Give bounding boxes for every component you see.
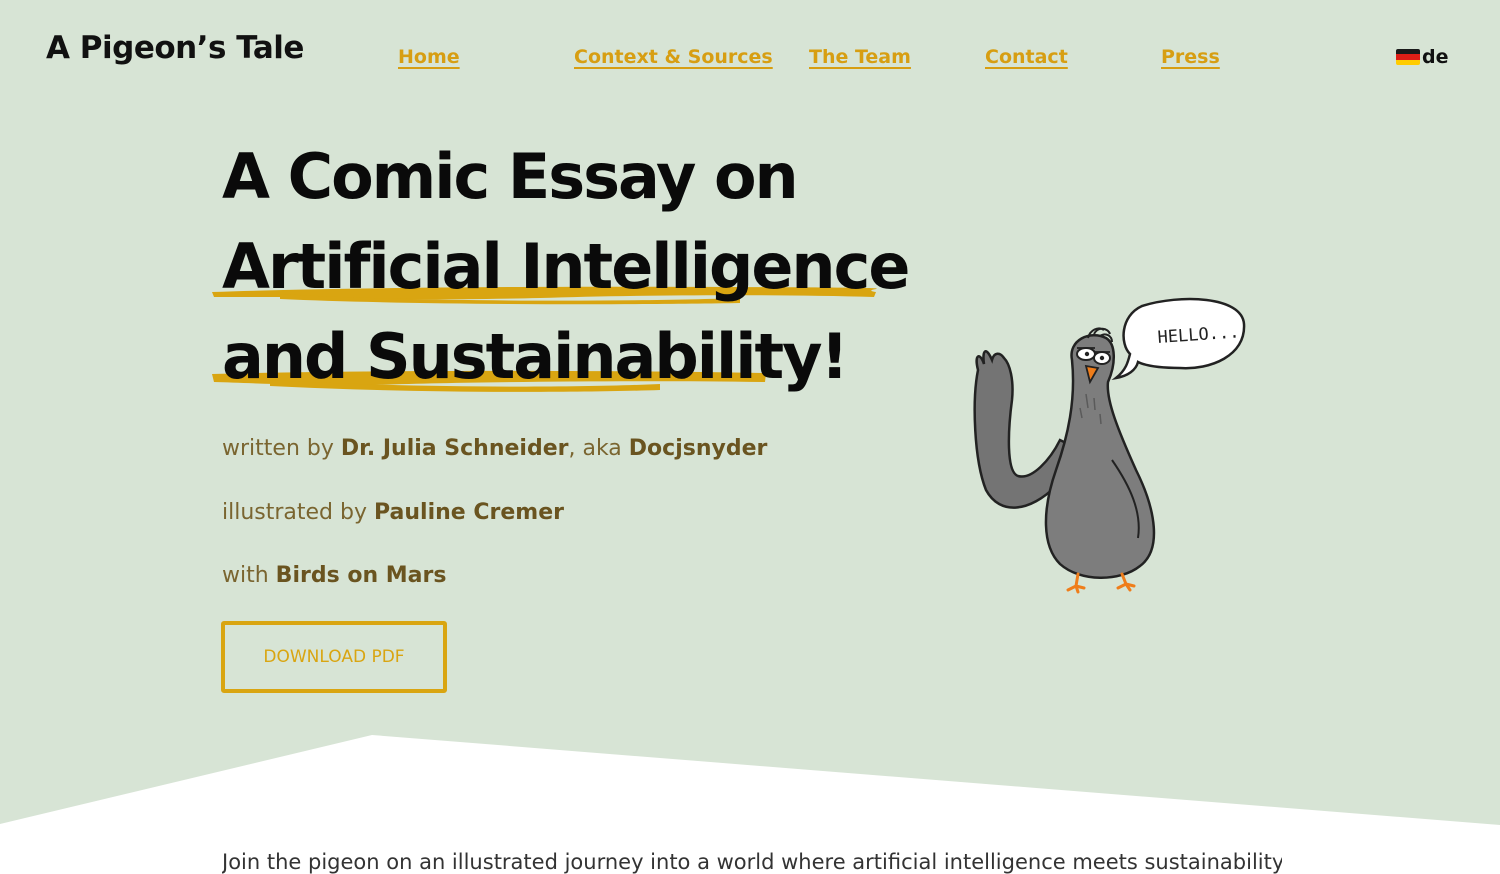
hero-headline: A Comic Essay on Artificial Intelligence… xyxy=(222,132,910,402)
headline-line-1: A Comic Essay on xyxy=(222,140,799,213)
headline-line-2: Artificial Intelligence xyxy=(222,230,910,303)
section-divider xyxy=(0,735,1500,866)
headline-line-3: and Sustainability! xyxy=(222,320,849,393)
intro-text: Join the pigeon on an illustrated journe… xyxy=(222,850,1282,874)
